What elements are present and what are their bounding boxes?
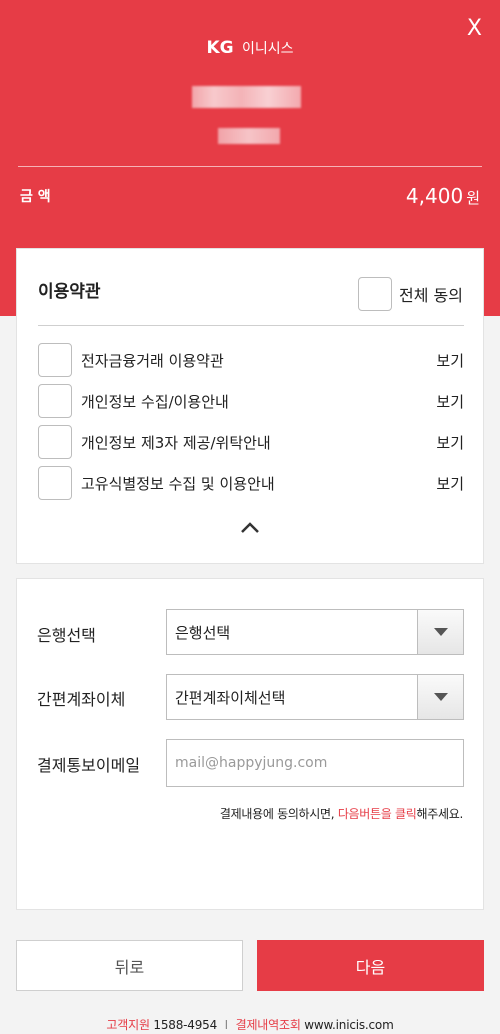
term-checkbox[interactable] xyxy=(38,466,72,500)
bank-select[interactable]: 은행선택 xyxy=(166,609,464,655)
term-view-link[interactable]: 보기 xyxy=(436,391,464,412)
redacted-product-name xyxy=(218,128,280,144)
term-item: 고유식별정보 수집 및 이용안내 보기 xyxy=(38,466,464,500)
email-field[interactable] xyxy=(166,739,464,787)
term-label: 개인정보 제3자 제공/위탁안내 xyxy=(81,433,271,452)
term-view-link[interactable]: 보기 xyxy=(436,473,464,494)
term-view-link[interactable]: 보기 xyxy=(436,432,464,453)
header-divider xyxy=(18,166,482,167)
back-button[interactable]: 뒤로 xyxy=(16,940,243,991)
agree-all-label: 전체 동의 xyxy=(399,286,463,305)
easy-transfer-label: 간편계좌이체 xyxy=(37,690,126,709)
bank-select-value: 은행선택 xyxy=(175,623,231,642)
terms-title: 이용약관 xyxy=(38,282,101,302)
amount-display: 4,400 원 xyxy=(406,184,480,208)
support-phone: 1588-4954 xyxy=(153,1018,218,1032)
footer: 고객지원 1588-4954 I 결제내역조회 www.inicis.com xyxy=(0,1016,500,1033)
logo: KG 이니시스 xyxy=(0,38,500,58)
term-checkbox[interactable] xyxy=(38,343,72,377)
term-label: 개인정보 수집/이용안내 xyxy=(81,392,229,411)
term-view-link[interactable]: 보기 xyxy=(436,350,464,371)
term-item: 개인정보 제3자 제공/위탁안내 보기 xyxy=(38,425,464,459)
term-item: 개인정보 수집/이용안내 보기 xyxy=(38,384,464,418)
footer-divider: I xyxy=(224,1018,229,1032)
easy-transfer-select[interactable]: 간편계좌이체선택 xyxy=(166,674,464,720)
term-checkbox[interactable] xyxy=(38,425,72,459)
amount-label: 금 액 xyxy=(20,189,51,205)
chevron-up-icon[interactable] xyxy=(239,519,261,535)
agree-all[interactable]: 전체 동의 xyxy=(358,277,463,311)
bank-select-label: 은행선택 xyxy=(37,626,96,645)
amount-unit: 원 xyxy=(466,189,480,207)
dropdown-arrow-icon[interactable] xyxy=(417,610,463,654)
logo-brand: KG xyxy=(206,38,234,58)
notice-suffix: 해주세요. xyxy=(416,807,464,821)
payment-notice: 결제내용에 동의하시면, 다음버튼을 클릭해주세요. xyxy=(220,805,463,822)
easy-transfer-select-value: 간편계좌이체선택 xyxy=(175,688,286,707)
email-label: 결제통보이메일 xyxy=(37,756,141,775)
notice-prefix: 결제내용에 동의하시면, xyxy=(219,807,335,821)
term-label: 고유식별정보 수집 및 이용안내 xyxy=(81,474,275,493)
terms-divider xyxy=(38,325,464,326)
amount-value: 4,400 xyxy=(405,184,464,208)
site-url: www.inicis.com xyxy=(304,1018,394,1032)
logo-text: 이니시스 xyxy=(242,41,294,57)
term-checkbox[interactable] xyxy=(38,384,72,418)
agree-all-checkbox[interactable] xyxy=(358,277,393,311)
terms-card: 이용약관 전체 동의 전자금융거래 이용약관 보기 개인정보 수집/이용안내 보… xyxy=(16,248,484,564)
next-button[interactable]: 다음 xyxy=(257,940,484,991)
payment-history-link[interactable]: 결제내역조회 xyxy=(236,1018,301,1032)
dropdown-arrow-icon[interactable] xyxy=(417,675,463,719)
redacted-merchant-name xyxy=(192,86,301,108)
term-label: 전자금융거래 이용약관 xyxy=(81,351,224,370)
customer-support-link[interactable]: 고객지원 xyxy=(106,1018,150,1032)
term-item: 전자금융거래 이용약관 보기 xyxy=(38,343,464,377)
notice-highlight: 다음버튼을 클릭 xyxy=(337,807,417,821)
payment-card: 은행선택 은행선택 간편계좌이체 간편계좌이체선택 결제통보이메일 결제내용에 … xyxy=(16,578,484,910)
